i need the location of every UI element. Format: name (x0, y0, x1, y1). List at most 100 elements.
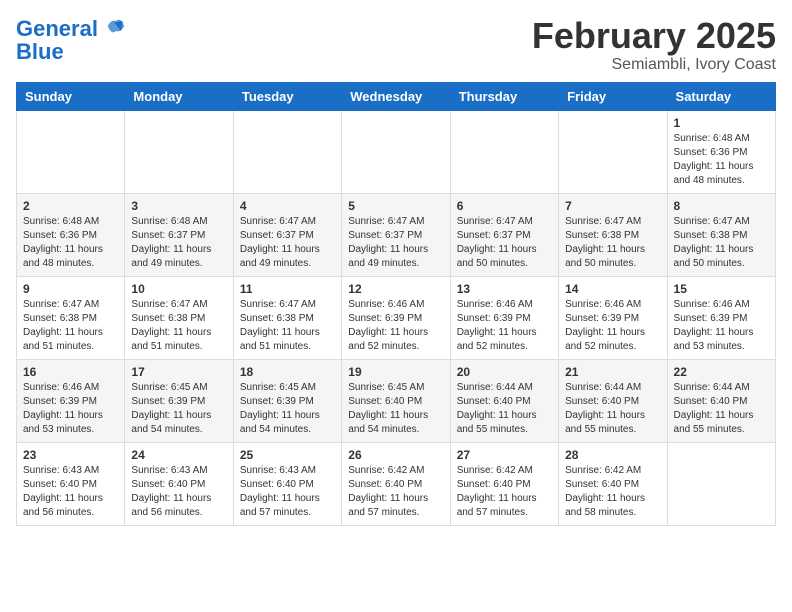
calendar-cell: 9 Sunrise: 6:47 AM Sunset: 6:38 PM Daylig… (17, 276, 125, 359)
day-number: 21 (565, 365, 660, 379)
day-info: Sunrise: 6:47 AM Sunset: 6:37 PM Dayligh… (457, 215, 552, 271)
calendar-week-2: 2 Sunrise: 6:48 AM Sunset: 6:36 PM Daylig… (17, 193, 776, 276)
weekday-tuesday: Tuesday (233, 82, 341, 110)
day-info: Sunrise: 6:44 AM Sunset: 6:40 PM Dayligh… (565, 381, 660, 437)
day-info: Sunrise: 6:45 AM Sunset: 6:39 PM Dayligh… (240, 381, 335, 437)
calendar-cell: 14 Sunrise: 6:46 AM Sunset: 6:39 PM Dayli… (559, 276, 667, 359)
calendar-cell (667, 442, 775, 525)
day-number: 4 (240, 199, 335, 213)
day-number: 15 (674, 282, 769, 296)
calendar-cell: 16Sunrise: 6:46 AM Sunset: 6:39 PM Dayli… (17, 359, 125, 442)
day-info: Sunrise: 6:46 AM Sunset: 6:39 PM Dayligh… (674, 298, 769, 354)
page-header: General Blue February 2025 Semiambli, Iv… (16, 16, 776, 74)
day-info: Sunrise: 6:42 AM Sunset: 6:40 PM Dayligh… (457, 464, 552, 520)
calendar-cell: 10 Sunrise: 6:47 AM Sunset: 6:38 PM Dayli… (125, 276, 233, 359)
day-number: 16 (23, 365, 118, 379)
month-title: February 2025 (532, 16, 776, 56)
calendar-cell: 1 Sunrise: 6:48 AM Sunset: 6:36 PM Daylig… (667, 110, 775, 193)
calendar-week-1: 1 Sunrise: 6:48 AM Sunset: 6:36 PM Daylig… (17, 110, 776, 193)
day-info: Sunrise: 6:48 AM Sunset: 6:36 PM Dayligh… (23, 215, 118, 271)
day-number: 17 (131, 365, 226, 379)
day-info: Sunrise: 6:45 AM Sunset: 6:40 PM Dayligh… (348, 381, 443, 437)
calendar-cell: 26 Sunrise: 6:42 AM Sunset: 6:40 PM Dayli… (342, 442, 450, 525)
weekday-friday: Friday (559, 82, 667, 110)
calendar-cell: 8 Sunrise: 6:47 AM Sunset: 6:38 PM Daylig… (667, 193, 775, 276)
day-number: 28 (565, 448, 660, 462)
day-number: 20 (457, 365, 552, 379)
day-number: 8 (674, 199, 769, 213)
weekday-monday: Monday (125, 82, 233, 110)
location-title: Semiambli, Ivory Coast (532, 56, 776, 74)
day-info: Sunrise: 6:47 AM Sunset: 6:38 PM Dayligh… (23, 298, 118, 354)
day-info: Sunrise: 6:47 AM Sunset: 6:37 PM Dayligh… (348, 215, 443, 271)
day-number: 25 (240, 448, 335, 462)
day-number: 1 (674, 116, 769, 130)
calendar-cell: 25 Sunrise: 6:43 AM Sunset: 6:40 PM Dayli… (233, 442, 341, 525)
calendar-cell: 3Sunrise: 6:48 AM Sunset: 6:37 PM Daylig… (125, 193, 233, 276)
calendar-cell: 12Sunrise: 6:46 AM Sunset: 6:39 PM Dayli… (342, 276, 450, 359)
calendar-cell: 11 Sunrise: 6:47 AM Sunset: 6:38 PM Dayli… (233, 276, 341, 359)
calendar-cell: 23Sunrise: 6:43 AM Sunset: 6:40 PM Dayli… (17, 442, 125, 525)
weekday-wednesday: Wednesday (342, 82, 450, 110)
day-number: 14 (565, 282, 660, 296)
calendar-cell (342, 110, 450, 193)
calendar-cell (450, 110, 558, 193)
day-info: Sunrise: 6:47 AM Sunset: 6:38 PM Dayligh… (565, 215, 660, 271)
day-number: 7 (565, 199, 660, 213)
day-info: Sunrise: 6:46 AM Sunset: 6:39 PM Dayligh… (457, 298, 552, 354)
day-number: 6 (457, 199, 552, 213)
day-info: Sunrise: 6:46 AM Sunset: 6:39 PM Dayligh… (348, 298, 443, 354)
calendar-cell: 28 Sunrise: 6:42 AM Sunset: 6:40 PM Dayli… (559, 442, 667, 525)
day-info: Sunrise: 6:43 AM Sunset: 6:40 PM Dayligh… (131, 464, 226, 520)
title-block: February 2025 Semiambli, Ivory Coast (532, 16, 776, 74)
weekday-thursday: Thursday (450, 82, 558, 110)
day-info: Sunrise: 6:48 AM Sunset: 6:37 PM Dayligh… (131, 215, 226, 271)
calendar-cell: 13Sunrise: 6:46 AM Sunset: 6:39 PM Dayli… (450, 276, 558, 359)
calendar-cell (17, 110, 125, 193)
day-number: 11 (240, 282, 335, 296)
day-info: Sunrise: 6:48 AM Sunset: 6:36 PM Dayligh… (674, 132, 769, 188)
calendar-body: 1 Sunrise: 6:48 AM Sunset: 6:36 PM Daylig… (17, 110, 776, 525)
day-number: 9 (23, 282, 118, 296)
day-number: 19 (348, 365, 443, 379)
calendar-cell (125, 110, 233, 193)
calendar-cell: 21 Sunrise: 6:44 AM Sunset: 6:40 PM Dayli… (559, 359, 667, 442)
day-number: 22 (674, 365, 769, 379)
calendar-cell (559, 110, 667, 193)
day-number: 27 (457, 448, 552, 462)
day-info: Sunrise: 6:44 AM Sunset: 6:40 PM Dayligh… (674, 381, 769, 437)
calendar-week-5: 23 Sunrise: 6:43 AM Sunset: 6:40 PM Dayli… (17, 442, 776, 525)
day-info: Sunrise: 6:47 AM Sunset: 6:38 PM Dayligh… (674, 215, 769, 271)
calendar-week-4: 16Sunrise: 6:46 AM Sunset: 6:39 PM Dayli… (17, 359, 776, 442)
day-info: Sunrise: 6:42 AM Sunset: 6:40 PM Dayligh… (565, 464, 660, 520)
day-number: 2 (23, 199, 118, 213)
calendar-table: SundayMondayTuesdayWednesdayThursdayFrid… (16, 82, 776, 526)
logo: General Blue (16, 16, 126, 63)
weekday-sunday: Sunday (17, 82, 125, 110)
calendar-cell: 22 Sunrise: 6:44 AM Sunset: 6:40 PM Dayli… (667, 359, 775, 442)
calendar-cell: 24 Sunrise: 6:43 AM Sunset: 6:40 PM Dayli… (125, 442, 233, 525)
calendar-cell: 20Sunrise: 6:44 AM Sunset: 6:40 PM Dayli… (450, 359, 558, 442)
calendar-cell (233, 110, 341, 193)
day-info: Sunrise: 6:43 AM Sunset: 6:40 PM Dayligh… (240, 464, 335, 520)
day-info: Sunrise: 6:42 AM Sunset: 6:40 PM Dayligh… (348, 464, 443, 520)
day-info: Sunrise: 6:47 AM Sunset: 6:38 PM Dayligh… (131, 298, 226, 354)
day-number: 26 (348, 448, 443, 462)
logo-text: General (16, 16, 126, 41)
day-info: Sunrise: 6:45 AM Sunset: 6:39 PM Dayligh… (131, 381, 226, 437)
day-number: 24 (131, 448, 226, 462)
logo-blue: Blue (16, 41, 126, 63)
day-number: 23 (23, 448, 118, 462)
weekday-header-row: SundayMondayTuesdayWednesdayThursdayFrid… (17, 82, 776, 110)
day-info: Sunrise: 6:47 AM Sunset: 6:38 PM Dayligh… (240, 298, 335, 354)
day-info: Sunrise: 6:46 AM Sunset: 6:39 PM Dayligh… (565, 298, 660, 354)
calendar-cell: 5Sunrise: 6:47 AM Sunset: 6:37 PM Daylig… (342, 193, 450, 276)
calendar-week-3: 9 Sunrise: 6:47 AM Sunset: 6:38 PM Daylig… (17, 276, 776, 359)
logo-icon (106, 16, 126, 36)
calendar-cell: 27 Sunrise: 6:42 AM Sunset: 6:40 PM Dayli… (450, 442, 558, 525)
calendar-cell: 19 Sunrise: 6:45 AM Sunset: 6:40 PM Dayli… (342, 359, 450, 442)
day-info: Sunrise: 6:47 AM Sunset: 6:37 PM Dayligh… (240, 215, 335, 271)
calendar-cell: 17 Sunrise: 6:45 AM Sunset: 6:39 PM Dayli… (125, 359, 233, 442)
calendar-cell: 6 Sunrise: 6:47 AM Sunset: 6:37 PM Daylig… (450, 193, 558, 276)
day-number: 10 (131, 282, 226, 296)
